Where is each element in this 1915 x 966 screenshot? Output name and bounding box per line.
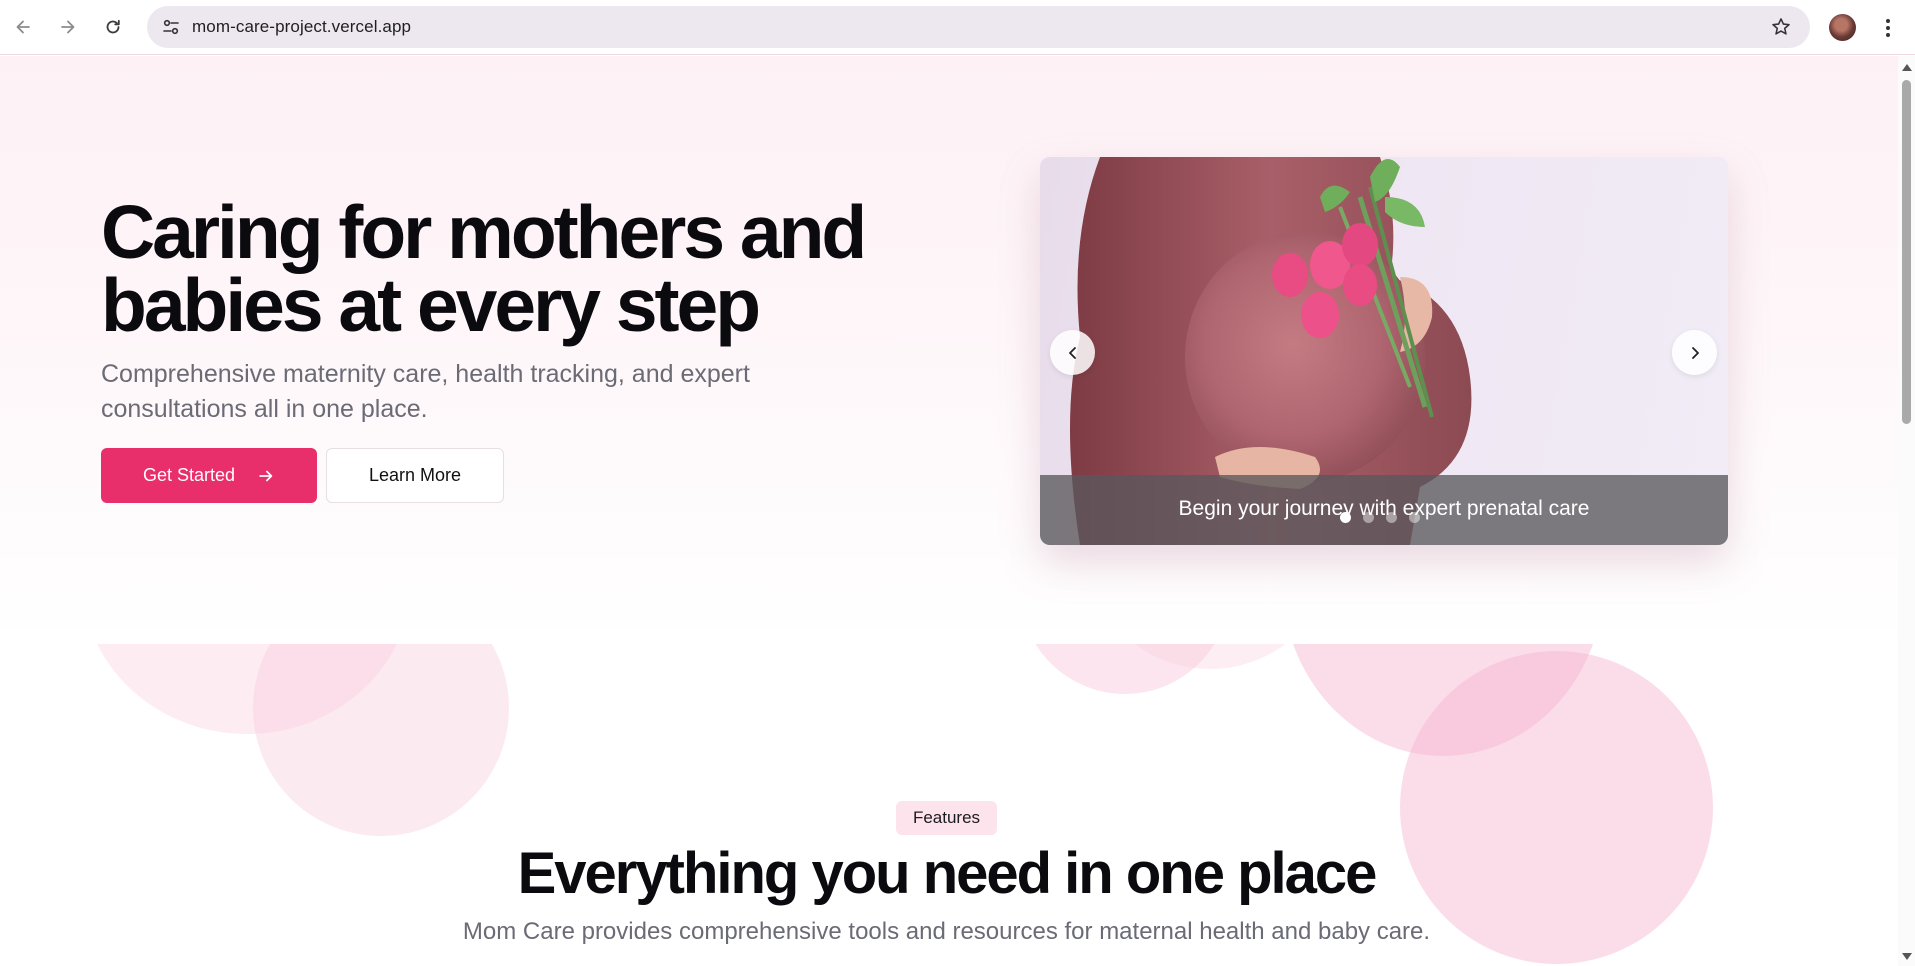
arrow-left-icon	[16, 20, 30, 34]
learn-more-button[interactable]: Learn More	[326, 448, 504, 503]
features-section: Features Everything you need in one plac…	[0, 644, 1898, 966]
reload-button[interactable]	[97, 11, 129, 43]
back-button[interactable]	[7, 11, 39, 43]
browser-menu-button[interactable]	[1876, 13, 1900, 43]
page-scrollbar[interactable]	[1898, 56, 1915, 966]
browser-toolbar: mom-care-project.vercel.app	[0, 0, 1915, 55]
scroll-up-arrow[interactable]	[1902, 64, 1912, 71]
hero-subtitle: Comprehensive maternity care, health tra…	[101, 360, 750, 423]
arrow-right-icon	[61, 20, 75, 34]
hero-section: Caring for mothers and babies at every s…	[0, 56, 1898, 644]
carousel-prev-button[interactable]	[1050, 330, 1095, 375]
site-info-button[interactable]	[155, 11, 187, 43]
carousel-dot[interactable]	[1386, 512, 1397, 523]
get-started-button[interactable]: Get Started	[101, 448, 317, 503]
reload-icon	[106, 19, 120, 34]
decor-bubble	[253, 644, 509, 836]
get-started-label: Get Started	[142, 465, 236, 485]
scrollbar-thumb[interactable]	[1902, 80, 1911, 424]
star-icon	[1772, 18, 1790, 35]
three-dots-vertical-icon	[1886, 19, 1890, 23]
profile-avatar[interactable]	[1829, 14, 1856, 41]
features-title: Everything you need in one place	[517, 841, 1378, 906]
url-text[interactable]: mom-care-project.vercel.app	[192, 17, 411, 37]
forward-button[interactable]	[52, 11, 84, 43]
carousel-dots	[1340, 512, 1420, 523]
chevron-right-icon	[1691, 346, 1699, 359]
carousel-dot[interactable]	[1340, 512, 1351, 523]
address-bar[interactable]: mom-care-project.vercel.app	[147, 6, 1810, 48]
chevron-left-icon	[1068, 346, 1076, 359]
hero-carousel: Begin your journey with expert prenatal …	[1040, 157, 1728, 545]
arrow-right-icon	[259, 470, 273, 481]
page-viewport: Caring for mothers and babies at every s…	[0, 56, 1898, 966]
carousel-dot[interactable]	[1409, 512, 1420, 523]
carousel-next-button[interactable]	[1672, 330, 1717, 375]
features-subtitle: Mom Care provides comprehensive tools an…	[462, 918, 1431, 945]
learn-more-label: Learn More	[368, 465, 462, 485]
bookmark-button[interactable]	[1766, 12, 1796, 42]
features-badge: Features	[896, 801, 997, 835]
tune-icon	[163, 19, 179, 35]
scroll-down-arrow[interactable]	[1902, 953, 1912, 960]
carousel-dot[interactable]	[1363, 512, 1374, 523]
hero-title: Caring for mothers and babies at every s…	[101, 190, 867, 347]
